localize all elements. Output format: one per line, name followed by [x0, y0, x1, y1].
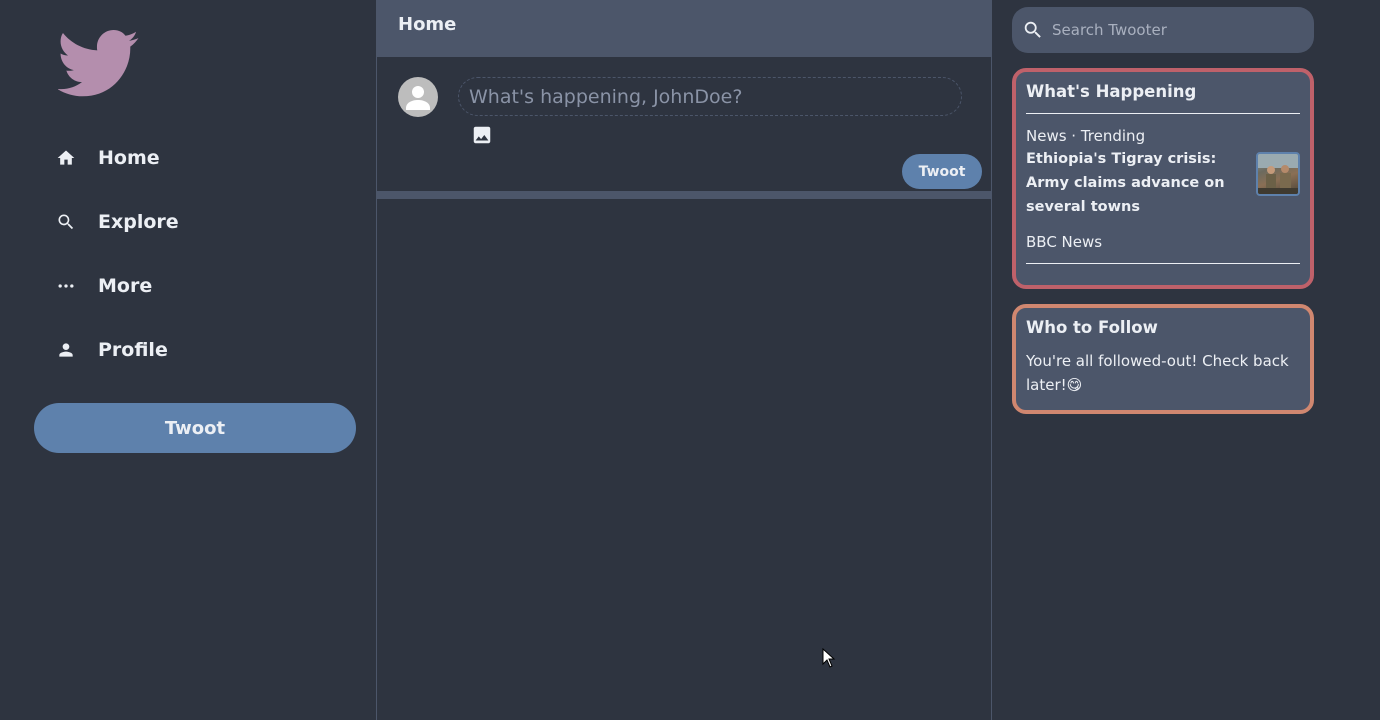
who-to-follow-message: You're all followed-out! Check back late…	[1026, 352, 1289, 394]
image-icon[interactable]	[471, 124, 493, 146]
who-to-follow-card: Who to Follow You're all followed-out! C…	[1012, 304, 1314, 414]
news-photo	[1258, 154, 1298, 194]
search-icon	[1022, 19, 1044, 41]
search-bar[interactable]	[1012, 7, 1314, 53]
whats-happening-card: What's Happening News · Trending Ethiopi…	[1012, 68, 1314, 289]
sidebar-item-explore[interactable]: Explore	[54, 205, 179, 239]
compose-input[interactable]	[458, 77, 962, 116]
search-input[interactable]	[1050, 20, 1314, 40]
sidebar-twoot-button[interactable]: Twoot	[34, 403, 356, 453]
twooter-logo[interactable]	[58, 30, 140, 98]
trend-source: BBC News	[1026, 233, 1300, 264]
person-icon	[406, 86, 430, 110]
more-icon	[54, 274, 78, 298]
sidebar-item-profile[interactable]: Profile	[54, 333, 168, 367]
sidebar-item-more[interactable]: More	[54, 269, 152, 303]
sidebar-item-label: More	[98, 275, 153, 297]
avatar[interactable]	[398, 77, 438, 117]
home-icon	[54, 146, 78, 170]
compose-twoot-button[interactable]: Twoot	[902, 154, 982, 189]
sidebar-item-label: Profile	[98, 339, 168, 361]
twoot-composer: Twoot	[377, 57, 991, 199]
who-to-follow-title: Who to Follow	[1026, 318, 1158, 337]
sidebar-item-label: Explore	[98, 211, 179, 233]
trend-meta: News · Trending	[1026, 127, 1146, 145]
person-icon	[54, 338, 78, 362]
sidebar-item-label: Home	[98, 147, 160, 169]
trend-headline[interactable]: Ethiopia's Tigray crisis: Army claims ad…	[1026, 147, 1238, 219]
sidebar: Home Explore More Profile Twoot	[0, 0, 376, 720]
main-feed: Home Twoot	[376, 0, 992, 720]
trend-thumbnail[interactable]	[1256, 152, 1300, 196]
sidebar-item-home[interactable]: Home	[54, 141, 160, 175]
page-title: Home	[398, 14, 457, 35]
main-header: Home	[377, 0, 991, 57]
whats-happening-title: What's Happening	[1026, 82, 1300, 114]
search-icon	[54, 210, 78, 234]
mouse-cursor-icon	[822, 648, 836, 668]
